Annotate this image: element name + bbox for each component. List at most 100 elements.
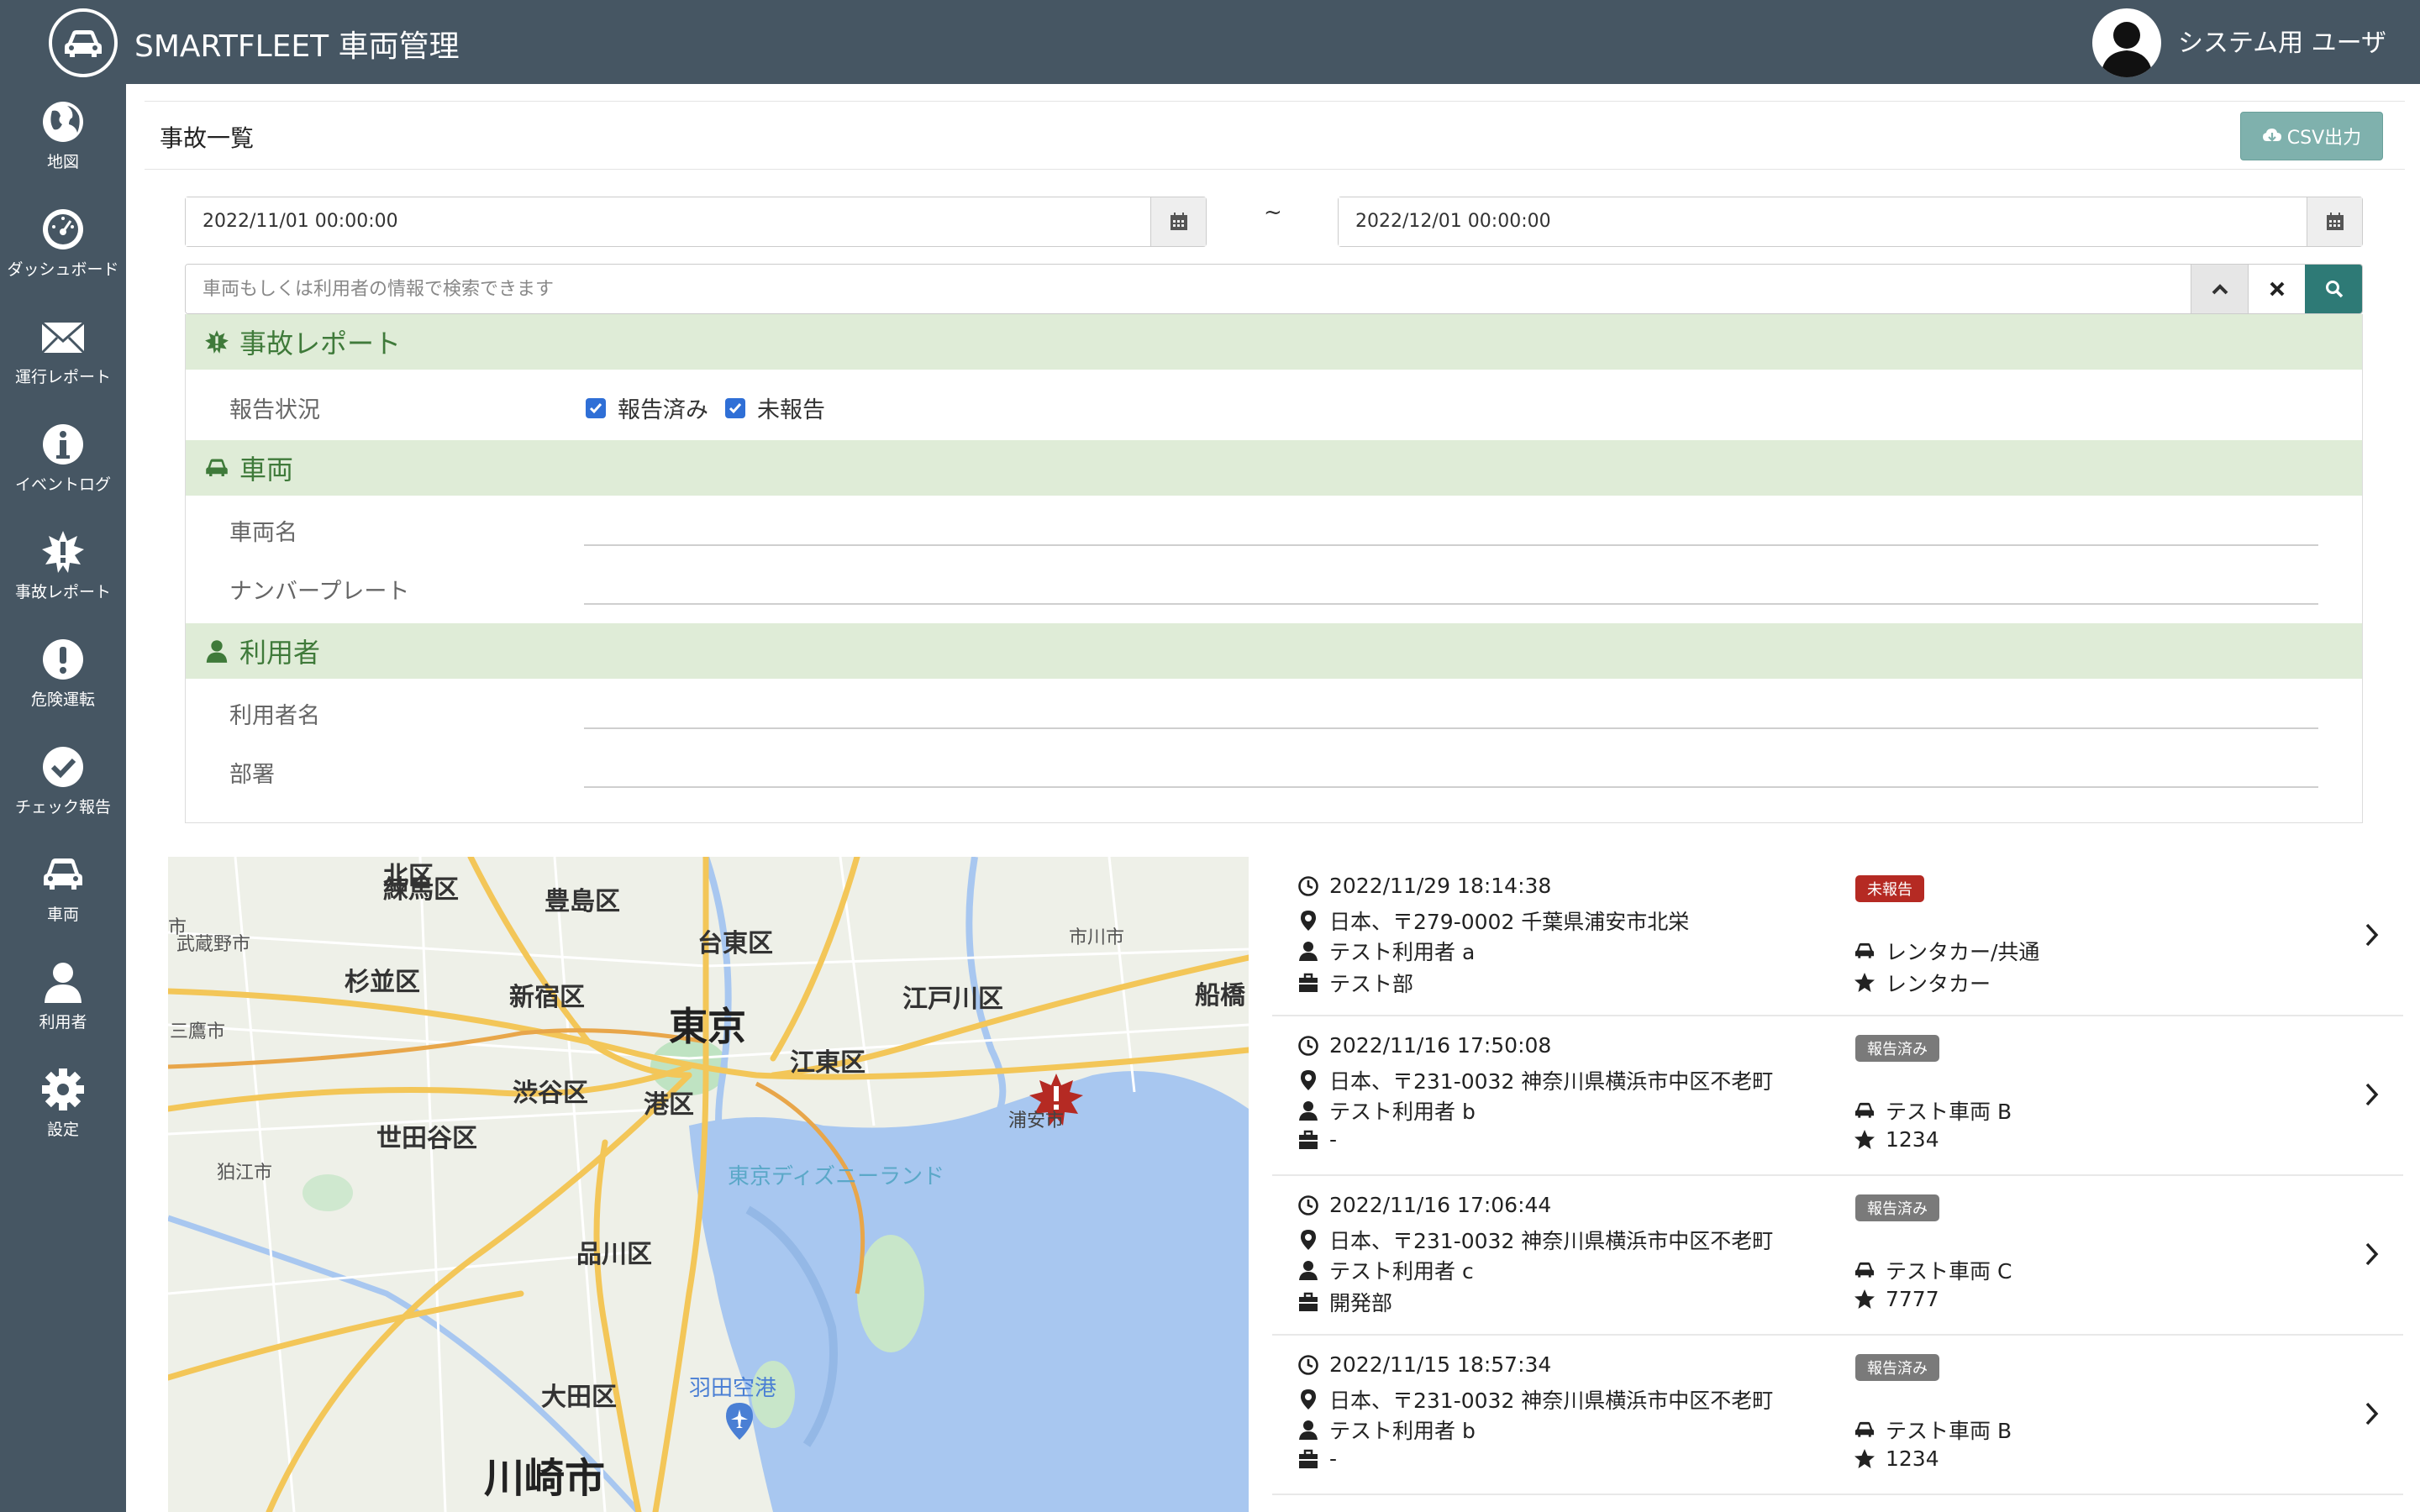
user-icon	[45, 963, 82, 1003]
reported-label[interactable]: 報告済み	[618, 391, 708, 424]
map-label: 羽田空港	[689, 1376, 777, 1401]
clock-icon	[1298, 875, 1318, 896]
accident-icon	[42, 531, 84, 573]
sidebar-item-map[interactable]: 地図	[0, 84, 126, 192]
map-label: 川崎市	[484, 1455, 606, 1502]
sidebar-item-users[interactable]: 利用者	[0, 944, 126, 1052]
chevron-right-icon[interactable]	[2365, 1242, 2380, 1267]
star-icon	[1854, 1448, 1875, 1468]
map-label: 江東区	[790, 1048, 865, 1078]
car-icon	[1854, 1262, 1875, 1278]
user-icon	[1299, 1261, 1318, 1280]
map-label: 船橋	[1195, 981, 1245, 1011]
clock-icon	[1298, 1354, 1318, 1375]
map-label: 江戸川区	[902, 984, 1003, 1014]
user-name[interactable]: システム用 ユーザ	[2178, 22, 2386, 59]
accident-row[interactable]: 2022/11/29 18:14:38 日本、〒279-0002 千葉県浦安市北…	[1272, 857, 2403, 1016]
date-from-input[interactable]	[186, 197, 1150, 246]
section-accident-report: 事故レポート	[186, 314, 2362, 370]
calendar-from-button[interactable]	[1150, 197, 1206, 246]
status-badge: 報告済み	[1855, 1194, 1939, 1221]
top-bar: SMARTFLEET 車両管理 システム用 ユーザ	[0, 0, 2420, 84]
sidebar-label: 運行レポート	[14, 368, 111, 386]
car-icon	[44, 858, 82, 890]
sidebar-label: 設定	[46, 1121, 79, 1139]
sidebar-label: 利用者	[39, 1013, 87, 1032]
accident-vehicle: テスト車両 C	[1886, 1259, 2012, 1284]
map-label: 東京	[669, 1004, 746, 1049]
csv-export-label: CSV出力	[2286, 128, 2362, 149]
dashboard-icon	[43, 209, 83, 249]
briefcase-icon	[1299, 1449, 1318, 1468]
car-icon	[206, 459, 228, 476]
map-pin-icon	[1301, 911, 1316, 931]
page-header: 事故一覧 CSV出力	[145, 101, 2405, 170]
accident-plate: レンタカー	[1886, 972, 1991, 996]
filter-panel: 事故レポート 報告状況 報告済み 未報告 車両 車両名 ナンバープレート 利用者…	[185, 314, 2363, 823]
section-vehicle: 車両	[186, 440, 2362, 496]
calendar-to-button[interactable]	[2307, 197, 2362, 246]
warning-icon	[43, 639, 83, 680]
user-icon	[1299, 1420, 1318, 1440]
info-icon	[43, 424, 83, 465]
clock-icon	[1298, 1035, 1318, 1056]
accident-address: 日本、〒279-0002 千葉県浦安市北栄	[1329, 910, 1690, 934]
search-icon	[2325, 281, 2343, 298]
user-icon	[1299, 942, 1318, 961]
clear-search-button[interactable]	[2248, 265, 2305, 313]
sidebar-label: 事故レポート	[14, 583, 111, 601]
vehicle-name-label: 車両名	[229, 520, 297, 546]
user-icon	[206, 640, 228, 663]
date-to-group	[1338, 197, 2363, 247]
chevron-right-icon[interactable]	[2365, 1082, 2380, 1107]
csv-export-button[interactable]: CSV出力	[2240, 112, 2383, 160]
user-avatar[interactable]	[2092, 8, 2161, 77]
page-title: 事故一覧	[160, 124, 255, 152]
section-title: 利用者	[239, 637, 321, 669]
date-to-input[interactable]	[1339, 197, 2307, 246]
user-name-input[interactable]	[584, 727, 2318, 729]
accident-user: テスト利用者 b	[1329, 1100, 1476, 1124]
sidebar-item-vehicle[interactable]: 車両	[0, 837, 126, 944]
accident-row[interactable]: 2022/11/15 18:57:34 日本、〒231-0032 神奈川県横浜市…	[1272, 1336, 2403, 1495]
date-range-separator: ~	[1264, 200, 1282, 225]
accident-icon	[205, 330, 229, 354]
accident-datetime: 2022/11/16 17:50:08	[1329, 1033, 1552, 1058]
reported-checkbox[interactable]	[586, 397, 606, 418]
chevron-up-icon	[2212, 284, 2228, 295]
sidebar-item-event-log[interactable]: イベントログ	[0, 407, 126, 514]
sidebar-item-check-report[interactable]: チェック報告	[0, 729, 126, 837]
map-label: 新宿区	[509, 983, 585, 1012]
map-label: 港区	[644, 1090, 694, 1120]
sidebar-item-trip-report[interactable]: 運行レポート	[0, 299, 126, 407]
briefcase-icon	[1299, 1130, 1318, 1149]
plate-input[interactable]	[584, 603, 2318, 605]
map-label: 浦安市	[1008, 1110, 1065, 1131]
accident-address: 日本、〒231-0032 神奈川県横浜市中区不老町	[1329, 1389, 1774, 1413]
status-badge: 未報告	[1855, 875, 1924, 902]
accident-row[interactable]: 2022/11/16 17:06:44 日本、〒231-0032 神奈川県横浜市…	[1272, 1176, 2403, 1336]
gear-icon	[42, 1068, 84, 1110]
car-logo-icon[interactable]	[49, 8, 118, 77]
accident-row[interactable]: 2022/11/16 17:50:08 日本、〒231-0032 神奈川県横浜市…	[1272, 1016, 2403, 1176]
chevron-right-icon[interactable]	[2365, 1401, 2380, 1426]
user-icon	[1299, 1101, 1318, 1121]
sidebar-item-dangerous-driving[interactable]: 危険運転	[0, 622, 126, 729]
sidebar-label: 車両	[46, 906, 79, 924]
accident-user: テスト利用者 a	[1329, 940, 1476, 964]
search-input[interactable]	[186, 265, 2191, 313]
section-user: 利用者	[186, 623, 2362, 679]
map-label: 練馬区	[383, 875, 459, 905]
unreported-checkbox[interactable]	[725, 397, 745, 418]
accident-map[interactable]: 北区 練馬区 豊島区 台東区 市川市 市 武蔵野市 杉並区 新宿区 江戸川区 船…	[168, 857, 1249, 1512]
department-input[interactable]	[584, 786, 2318, 788]
collapse-filters-button[interactable]	[2191, 265, 2248, 313]
sidebar-item-dashboard[interactable]: ダッシュボード	[0, 192, 126, 299]
sidebar-item-accident-report[interactable]: 事故レポート	[0, 514, 126, 622]
chevron-right-icon[interactable]	[2365, 922, 2380, 948]
unreported-label[interactable]: 未報告	[757, 391, 825, 424]
vehicle-name-input[interactable]	[584, 544, 2318, 546]
search-button[interactable]	[2305, 265, 2362, 313]
map-label: 狛江市	[217, 1163, 273, 1184]
sidebar-item-settings[interactable]: 設定	[0, 1052, 126, 1159]
